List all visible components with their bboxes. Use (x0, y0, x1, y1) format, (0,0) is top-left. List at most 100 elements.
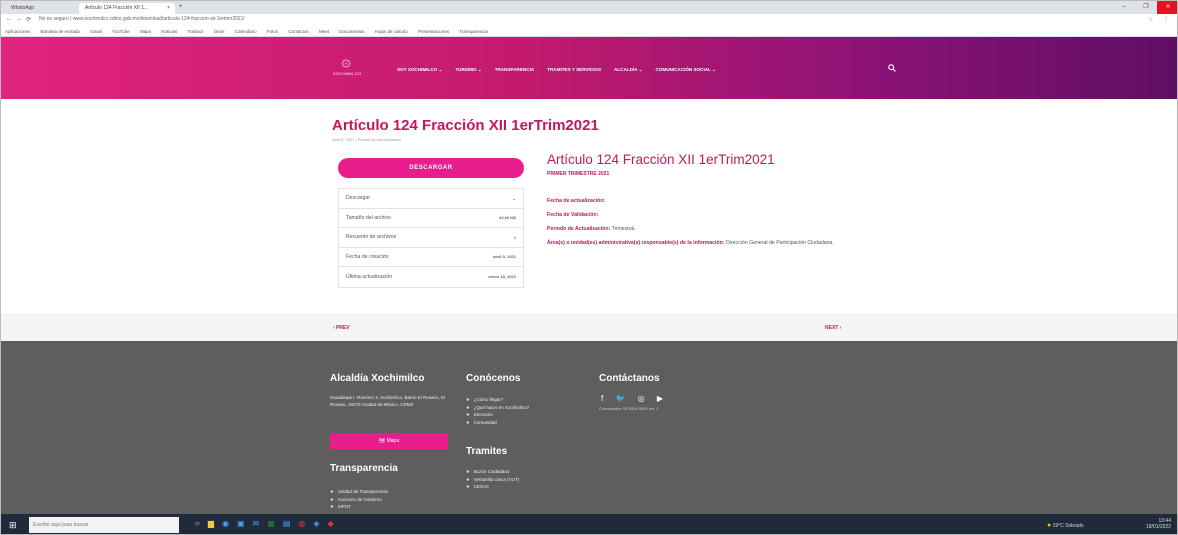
field-fecha-validacion: Fecha de Validación: (547, 212, 847, 219)
field-label: Fecha de Validación: (547, 212, 599, 218)
site-logo[interactable]: ۞ XOCHIMILCO (333, 53, 362, 85)
nav-item-comunicacion[interactable]: COMUNICACIÓN SOCIAL ⌄ (655, 67, 715, 73)
bookmark-item[interactable]: Traducir (187, 29, 203, 34)
explorer-icon[interactable]: ▆ (208, 519, 222, 528)
field-value: Trimestral. (611, 226, 636, 232)
mail-icon[interactable]: ✉ (253, 519, 268, 528)
chrome-icon[interactable]: ◍ (298, 519, 313, 528)
minimize-icon[interactable]: ‒ (1113, 1, 1135, 14)
document-subtitle: PRIMER TRIMESTRE 2021 (547, 171, 610, 177)
browser-tab-article[interactable]: Artículo 124 Fracción XII 1... × (79, 3, 175, 14)
field-value: Dirección General de Participación Ciuda… (726, 240, 834, 246)
bookmark-item[interactable]: Documentos (339, 29, 364, 34)
info-row-descargar[interactable]: Descargar ⌄ (339, 189, 523, 209)
field-label: Fecha de actualización: (547, 198, 606, 204)
footer-heading-alcaldia: Alcaldía Xochimilco (330, 373, 425, 384)
maximize-icon[interactable]: ❐ (1135, 1, 1157, 14)
file-info-table: Descargar ⌄ Tamaño del archivo 42.82 KB … (338, 188, 524, 288)
footer-link[interactable]: ¿Qué hacer en Xochimilco? (466, 404, 530, 412)
footer-link[interactable]: Unidad de Transparencia (330, 488, 388, 496)
taskbar-search-input[interactable]: Escribe aquí para buscar (29, 517, 179, 533)
bookmark-item[interactable]: Gmail (90, 29, 102, 34)
bookmarks-bar: Aplicaciones Bandeja de entrada Gmail Yo… (1, 26, 1177, 37)
next-link[interactable]: NEXT › (825, 325, 841, 331)
field-fecha-actualizacion: Fecha de actualización: (547, 198, 847, 205)
info-label: Tamaño del archivo (346, 214, 391, 221)
close-window-icon[interactable]: ✕ (1157, 1, 1177, 14)
bookmark-item[interactable]: Aplicaciones (5, 29, 30, 34)
task-view-icon[interactable]: ○ (195, 519, 208, 528)
search-icon[interactable] (888, 64, 896, 74)
bookmark-item[interactable]: Maps (140, 29, 151, 34)
weather-widget[interactable]: ● 19°C Soleado (1047, 522, 1084, 529)
bookmark-item[interactable]: Meet (319, 29, 329, 34)
tab-label: Artículo 124 Fracción XII 1... (85, 5, 149, 11)
pdf-icon[interactable]: ◆ (328, 519, 342, 528)
edge-icon[interactable]: ◉ (222, 519, 237, 528)
nav-item-transparencia[interactable]: TRANSPARENCIA (495, 67, 534, 73)
bookmark-item[interactable]: Bandeja de entrada (41, 29, 80, 34)
document-fields: Fecha de actualización: Fecha de Validac… (547, 198, 847, 254)
footer-link[interactable]: ¿Cómo llegar? (466, 396, 529, 404)
windows-start-icon[interactable]: ⊞ (9, 520, 17, 531)
store-icon[interactable]: ▣ (237, 519, 253, 528)
nav-item-soy-xochimilco[interactable]: SOY XOCHIMILCO ⌄ (397, 67, 442, 73)
nav-item-turismo[interactable]: TURISMO ⌄ (455, 67, 481, 73)
footer-link[interactable]: Acciones de Gobierno (330, 496, 388, 504)
prev-link[interactable]: ‹ PREV (333, 325, 350, 331)
download-button[interactable]: DESCARGAR (338, 158, 524, 178)
bookmark-item[interactable]: Presentaciones (418, 29, 449, 34)
map-button[interactable]: 🗺 Mapa (330, 433, 448, 449)
clock-date: 18/01/2022 (1145, 524, 1171, 530)
bookmark-item[interactable]: Noticias (161, 29, 177, 34)
screenshot-frame: WhatsApp Artículo 124 Fracción XII 1... … (0, 0, 1178, 535)
windows-taskbar: ⊞ Escribe aquí para buscar ○▆◉▣✉▦▤◍◈◆ ● … (1, 514, 1177, 534)
tab-label: WhatsApp (11, 5, 35, 11)
word-icon[interactable]: ▤ (283, 519, 299, 528)
weather-text: 19°C Soleado (1052, 523, 1084, 529)
url-field[interactable]: No es seguro | www.xochimilco.cdmx.gob.m… (39, 16, 245, 22)
back-icon[interactable]: ← (6, 16, 12, 22)
footer-link[interactable]: Buzón Ciudadano (466, 468, 519, 476)
footer-link[interactable]: Directorio (466, 411, 529, 419)
close-icon[interactable]: × (167, 5, 170, 11)
info-value: abril 5, 2021 (493, 254, 516, 260)
nav-item-alcaldia[interactable]: ALCALDÍA ⌄ (614, 67, 642, 73)
field-label: Área(s) o unidad(es) administrativa(s) r… (547, 240, 725, 246)
browser-tab-whatsapp[interactable]: WhatsApp (5, 3, 75, 14)
bookmark-item[interactable]: Drive (214, 29, 225, 34)
chevron-down-icon: ⌄ (512, 195, 516, 201)
taskbar-apps: ○▆◉▣✉▦▤◍◈◆ (195, 519, 342, 528)
bookmark-item[interactable]: Calendario (235, 29, 257, 34)
social-icons[interactable]: f 🐦 ◎ ▶ (601, 394, 668, 403)
forward-icon[interactable]: → (16, 16, 22, 22)
article-meta: Abril 5, 2021 | Posted by Administrador (332, 137, 402, 142)
conocenos-links: ¿Cómo llegar? ¿Qué hacer en Xochimilco? … (466, 396, 530, 427)
teams-icon[interactable]: ◈ (313, 519, 327, 528)
excel-icon[interactable]: ▦ (267, 519, 283, 528)
nav-item-tramites[interactable]: TRAMITES Y SERVICIOS (547, 67, 601, 73)
footer-link[interactable]: Ventanilla Única (VUT) (466, 476, 520, 484)
info-value: enero 18, 2022 (488, 274, 516, 280)
bookmark-item[interactable]: Transparencia (459, 29, 488, 34)
footer-link[interactable]: SIPOT (330, 503, 388, 511)
field-area-responsable: Área(s) o unidad(es) administrativa(s) r… (547, 240, 847, 247)
footer-link[interactable]: Comunidad (466, 419, 529, 427)
system-clock[interactable]: 13:44 18/01/2022 (1146, 518, 1171, 530)
bookmark-item[interactable]: YouTube (112, 29, 130, 34)
bookmark-item[interactable]: Hojas de cálculo (375, 29, 408, 34)
page-title: Artículo 124 Fracción XII 1erTrim2021 (332, 117, 599, 134)
transparencia-links: Unidad de Transparencia Acciones de Gobi… (330, 488, 388, 511)
info-row-created: Fecha de creación abril 5, 2021 (339, 248, 523, 267)
reload-icon[interactable]: ⟳ (26, 16, 31, 23)
footer-link[interactable]: CESAC (466, 483, 519, 491)
address-actions-icon[interactable]: ☆ ⋮ (1148, 16, 1173, 23)
logo-text: XOCHIMILCO (333, 71, 362, 76)
info-label: Descargar (346, 195, 370, 202)
new-tab-icon[interactable]: + (179, 4, 183, 10)
bookmark-item[interactable]: Contactos (288, 29, 308, 34)
bookmark-item[interactable]: Fotos (267, 29, 278, 34)
footer-heading-conocenos: Conócenos (466, 373, 521, 384)
address-bar-row: ← → ⟳ No es seguro | www.xochimilco.cdmx… (1, 14, 1177, 26)
info-row-count: Recuento de archivos 1 (339, 228, 523, 248)
